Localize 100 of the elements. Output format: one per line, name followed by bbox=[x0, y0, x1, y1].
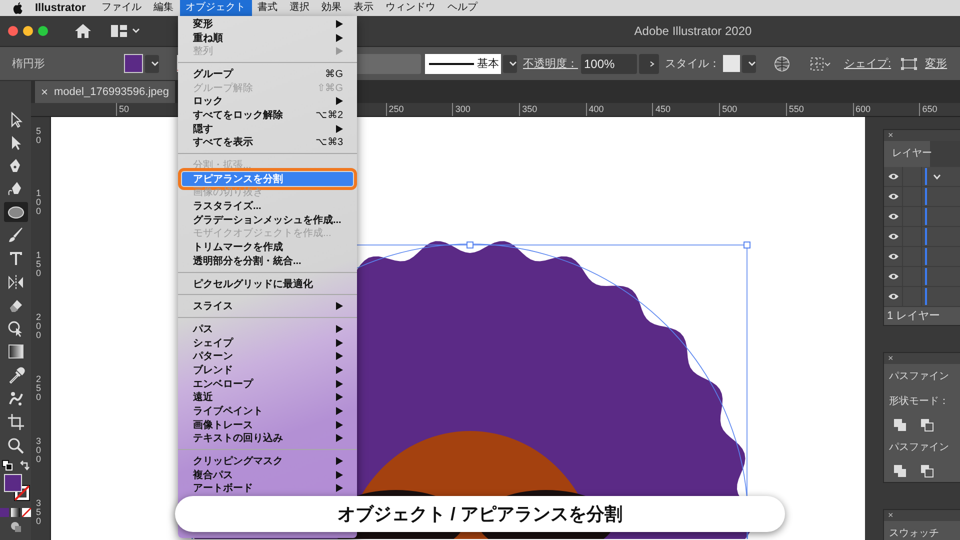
menu-item[interactable]: 遠近 bbox=[178, 390, 357, 404]
brush-icon[interactable] bbox=[6, 226, 24, 244]
menu-item[interactable]: ライブペイント bbox=[178, 404, 357, 418]
squiggle-icon[interactable] bbox=[6, 390, 24, 408]
eye-icon[interactable] bbox=[888, 233, 898, 240]
menu-bar-item[interactable]: ヘルプ bbox=[442, 0, 484, 16]
stroke-style-field[interactable]: 基本 bbox=[425, 54, 501, 74]
home-icon[interactable] bbox=[75, 24, 91, 38]
dropdown-button[interactable] bbox=[742, 54, 756, 72]
unite-icon[interactable] bbox=[894, 464, 907, 478]
artboard-icon[interactable] bbox=[6, 413, 24, 430]
menu-item[interactable]: パス bbox=[178, 322, 357, 336]
menu-item[interactable]: テキストの回り込み bbox=[178, 432, 357, 446]
eye-icon[interactable] bbox=[888, 273, 898, 280]
default-colors-icon[interactable] bbox=[2, 460, 12, 472]
menu-bar-item[interactable]: オブジェクト bbox=[180, 0, 252, 16]
style-swatch[interactable] bbox=[723, 55, 740, 72]
menu-item[interactable]: 画像トレース bbox=[178, 418, 357, 432]
eye-icon[interactable] bbox=[888, 293, 898, 300]
menu-item[interactable]: グラデーションメッシュを作成... bbox=[178, 212, 357, 227]
layer-row[interactable] bbox=[884, 247, 960, 267]
color-mode-button[interactable] bbox=[0, 508, 9, 518]
eye-icon[interactable] bbox=[888, 213, 898, 220]
layer-row[interactable] bbox=[884, 207, 960, 227]
menu-item[interactable]: トリムマークを作成 bbox=[178, 240, 357, 254]
menu-bar-item[interactable]: ファイル bbox=[96, 0, 148, 16]
caret-icon bbox=[748, 60, 756, 66]
close-button[interactable] bbox=[8, 26, 18, 36]
transform-link[interactable]: 変形 bbox=[925, 56, 948, 71]
chevron-right-icon bbox=[648, 60, 656, 66]
draw-mode-icon[interactable] bbox=[10, 521, 22, 534]
menu-bar-item[interactable]: 効果 bbox=[316, 0, 348, 16]
dotted-grid-icon[interactable] bbox=[810, 56, 832, 70]
caret-icon[interactable] bbox=[132, 28, 140, 34]
menu-item[interactable]: 透明部分を分割・統合... bbox=[178, 254, 357, 268]
layer-row[interactable] bbox=[884, 167, 960, 187]
tool-button[interactable] bbox=[4, 202, 28, 222]
chevron-down-icon[interactable] bbox=[933, 174, 941, 180]
menu-item[interactable]: ピクセルグリッドに最適化 bbox=[178, 276, 357, 290]
menu-item[interactable]: クリッピングマスク bbox=[178, 454, 357, 468]
layer-row[interactable] bbox=[884, 267, 960, 287]
dropdown-button[interactable] bbox=[145, 54, 159, 72]
menu-item[interactable]: シェイプ bbox=[178, 336, 357, 350]
menu-bar-item[interactable]: 選択 bbox=[284, 0, 316, 16]
eye-icon[interactable] bbox=[888, 193, 898, 200]
ellipse-icon bbox=[6, 204, 24, 221]
document-tab[interactable]: × model_176993596.jpeg bbox=[35, 81, 176, 103]
menu-item[interactable]: 隠す bbox=[178, 122, 357, 136]
menu-item[interactable]: グループ ⌘G bbox=[178, 67, 357, 81]
document-title: model_176993596.jpeg bbox=[54, 86, 170, 98]
menu-bar-item[interactable]: 編集 bbox=[148, 0, 180, 16]
layout-grid-icon[interactable] bbox=[111, 25, 127, 37]
fill-swatch[interactable] bbox=[124, 54, 143, 73]
minus-front-icon[interactable] bbox=[921, 464, 934, 478]
opacity-field[interactable]: 100% bbox=[581, 54, 637, 74]
panel-tab[interactable]: レイヤー bbox=[884, 141, 930, 167]
unite-icon[interactable] bbox=[894, 418, 907, 432]
none-mode-icon[interactable] bbox=[22, 508, 31, 518]
eye-icon[interactable] bbox=[888, 253, 898, 260]
app-menu[interactable]: Illustrator bbox=[35, 2, 86, 14]
menu-bar-item[interactable]: ウィンドウ bbox=[380, 0, 442, 16]
minimize-button[interactable] bbox=[23, 26, 33, 36]
menu-item[interactable]: パターン bbox=[178, 349, 357, 364]
menu-item[interactable]: 重ね順 bbox=[178, 30, 357, 44]
dropdown-button[interactable] bbox=[503, 54, 517, 72]
submenu-arrow-icon bbox=[336, 97, 343, 106]
menu-item[interactable]: アピアランスを分割 bbox=[182, 172, 353, 186]
gradient-icon[interactable] bbox=[6, 343, 24, 360]
reflect-icon[interactable] bbox=[6, 274, 24, 291]
eye-icon[interactable] bbox=[888, 173, 898, 180]
menu-item[interactable]: ラスタライズ... bbox=[178, 199, 357, 213]
panel-close-button[interactable]: × bbox=[884, 130, 960, 141]
minus-front-icon[interactable] bbox=[921, 418, 934, 432]
zoom-button[interactable] bbox=[38, 26, 48, 36]
opacity-link[interactable]: 不透明度： bbox=[523, 56, 578, 71]
menu-item[interactable]: 変形 bbox=[178, 17, 357, 31]
panel-close-button[interactable]: × bbox=[884, 353, 960, 364]
menu-item[interactable]: アートボード bbox=[178, 482, 357, 496]
layer-row[interactable] bbox=[884, 187, 960, 207]
swap-arrow-icon[interactable] bbox=[18, 460, 30, 472]
eyedropper-icon[interactable] bbox=[6, 366, 24, 384]
bounding-box-icon[interactable] bbox=[901, 58, 918, 70]
layer-row[interactable] bbox=[884, 227, 960, 247]
globe-icon[interactable] bbox=[774, 56, 790, 72]
menu-bar-item[interactable]: 表示 bbox=[348, 0, 380, 16]
menu-item[interactable]: エンベロープ bbox=[178, 376, 357, 390]
menu-item[interactable]: すべてを表示 ⌥⌘3 bbox=[178, 136, 357, 150]
shape-link[interactable]: シェイプ: bbox=[844, 56, 892, 71]
menu-item[interactable]: ブレンド bbox=[178, 363, 357, 377]
layer-row[interactable] bbox=[884, 287, 960, 307]
apple-logo-icon[interactable] bbox=[13, 2, 23, 14]
fill-swatch[interactable] bbox=[4, 474, 22, 492]
gradient-mode-icon[interactable] bbox=[11, 508, 20, 518]
zoom-icon[interactable] bbox=[6, 436, 24, 454]
panel-close-button[interactable]: × bbox=[884, 510, 960, 521]
menu-item[interactable]: 複合パス bbox=[178, 468, 357, 482]
shape-builder-icon[interactable] bbox=[6, 320, 24, 338]
menu-bar-item[interactable]: 書式 bbox=[252, 0, 284, 16]
menu-item[interactable]: スライス bbox=[178, 299, 357, 314]
tab-close-button[interactable]: × bbox=[41, 85, 48, 99]
